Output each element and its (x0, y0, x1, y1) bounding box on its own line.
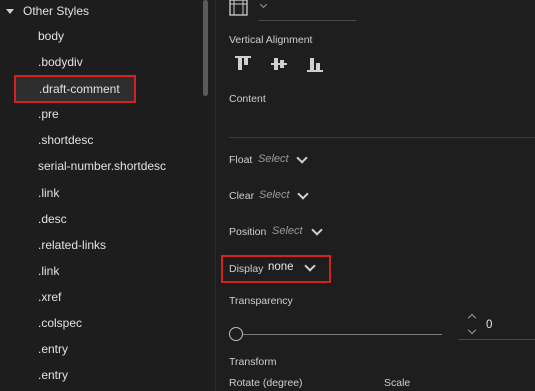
align-bottom-icon[interactable] (307, 56, 323, 72)
properties-panel: Vertical Alignment Content Float Select … (216, 0, 535, 391)
position-select[interactable]: Select (272, 225, 303, 237)
style-item-shortdesc[interactable]: .shortdesc (38, 131, 93, 149)
style-item-colspec[interactable]: .colspec (38, 314, 82, 332)
clear-label: Clear (229, 190, 255, 202)
position-dropdown-icon[interactable] (311, 224, 323, 236)
style-item-link-2[interactable]: .link (38, 262, 59, 280)
style-item-xref[interactable]: .xref (38, 288, 61, 306)
float-label: Float (229, 154, 253, 166)
tree-scrollbar[interactable] (203, 0, 208, 96)
transparency-field-underline (458, 339, 535, 340)
transparency-label: Transparency (229, 295, 293, 307)
style-item-entry[interactable]: .entry (38, 340, 68, 358)
display-select[interactable]: none (268, 261, 294, 273)
style-item-body[interactable]: body (38, 27, 64, 45)
style-tree-panel: Other Styles body .bodydiv .draft-commen… (0, 0, 210, 391)
expand-caret-icon[interactable] (6, 8, 14, 14)
stepper-down-icon[interactable] (467, 325, 477, 335)
clear-select[interactable]: Select (259, 189, 290, 201)
style-item-entry-2[interactable]: .entry (38, 366, 68, 384)
content-label: Content (229, 93, 266, 105)
position-label: Position (229, 226, 267, 238)
border-dropdown-icon[interactable] (259, 0, 268, 9)
style-item-bodydiv[interactable]: .bodydiv (38, 53, 83, 71)
style-item-pre[interactable]: .pre (38, 105, 59, 123)
border-box-icon[interactable] (229, 0, 249, 16)
transparency-value[interactable]: 0 (486, 319, 492, 331)
style-item-draft-comment[interactable]: .draft-comment (14, 75, 136, 103)
group-label: Other Styles (23, 4, 90, 18)
style-item-link[interactable]: .link (38, 184, 59, 202)
float-select[interactable]: Select (258, 153, 289, 165)
other-styles-group[interactable]: Other Styles (6, 2, 89, 20)
border-field-underline (258, 20, 356, 21)
stepper-up-icon[interactable] (467, 313, 477, 323)
align-top-icon[interactable] (235, 56, 251, 72)
align-middle-icon[interactable] (271, 56, 287, 72)
clear-dropdown-icon[interactable] (297, 188, 309, 200)
rotate-label: Rotate (degree) (229, 377, 303, 389)
transparency-slider-track[interactable] (242, 334, 442, 335)
display-label: Display (229, 263, 264, 275)
style-item-desc[interactable]: .desc (38, 210, 67, 228)
transparency-slider-knob[interactable] (229, 327, 243, 341)
content-field-underline[interactable] (229, 137, 535, 138)
float-dropdown-icon[interactable] (296, 152, 308, 164)
style-item-serial-number-shortdesc[interactable]: serial-number.shortdesc (38, 157, 166, 175)
scale-label: Scale (384, 377, 411, 389)
style-item-related-links[interactable]: .related-links (38, 236, 106, 254)
transform-label: Transform (229, 356, 277, 368)
vertical-alignment-label: Vertical Alignment (229, 34, 313, 46)
